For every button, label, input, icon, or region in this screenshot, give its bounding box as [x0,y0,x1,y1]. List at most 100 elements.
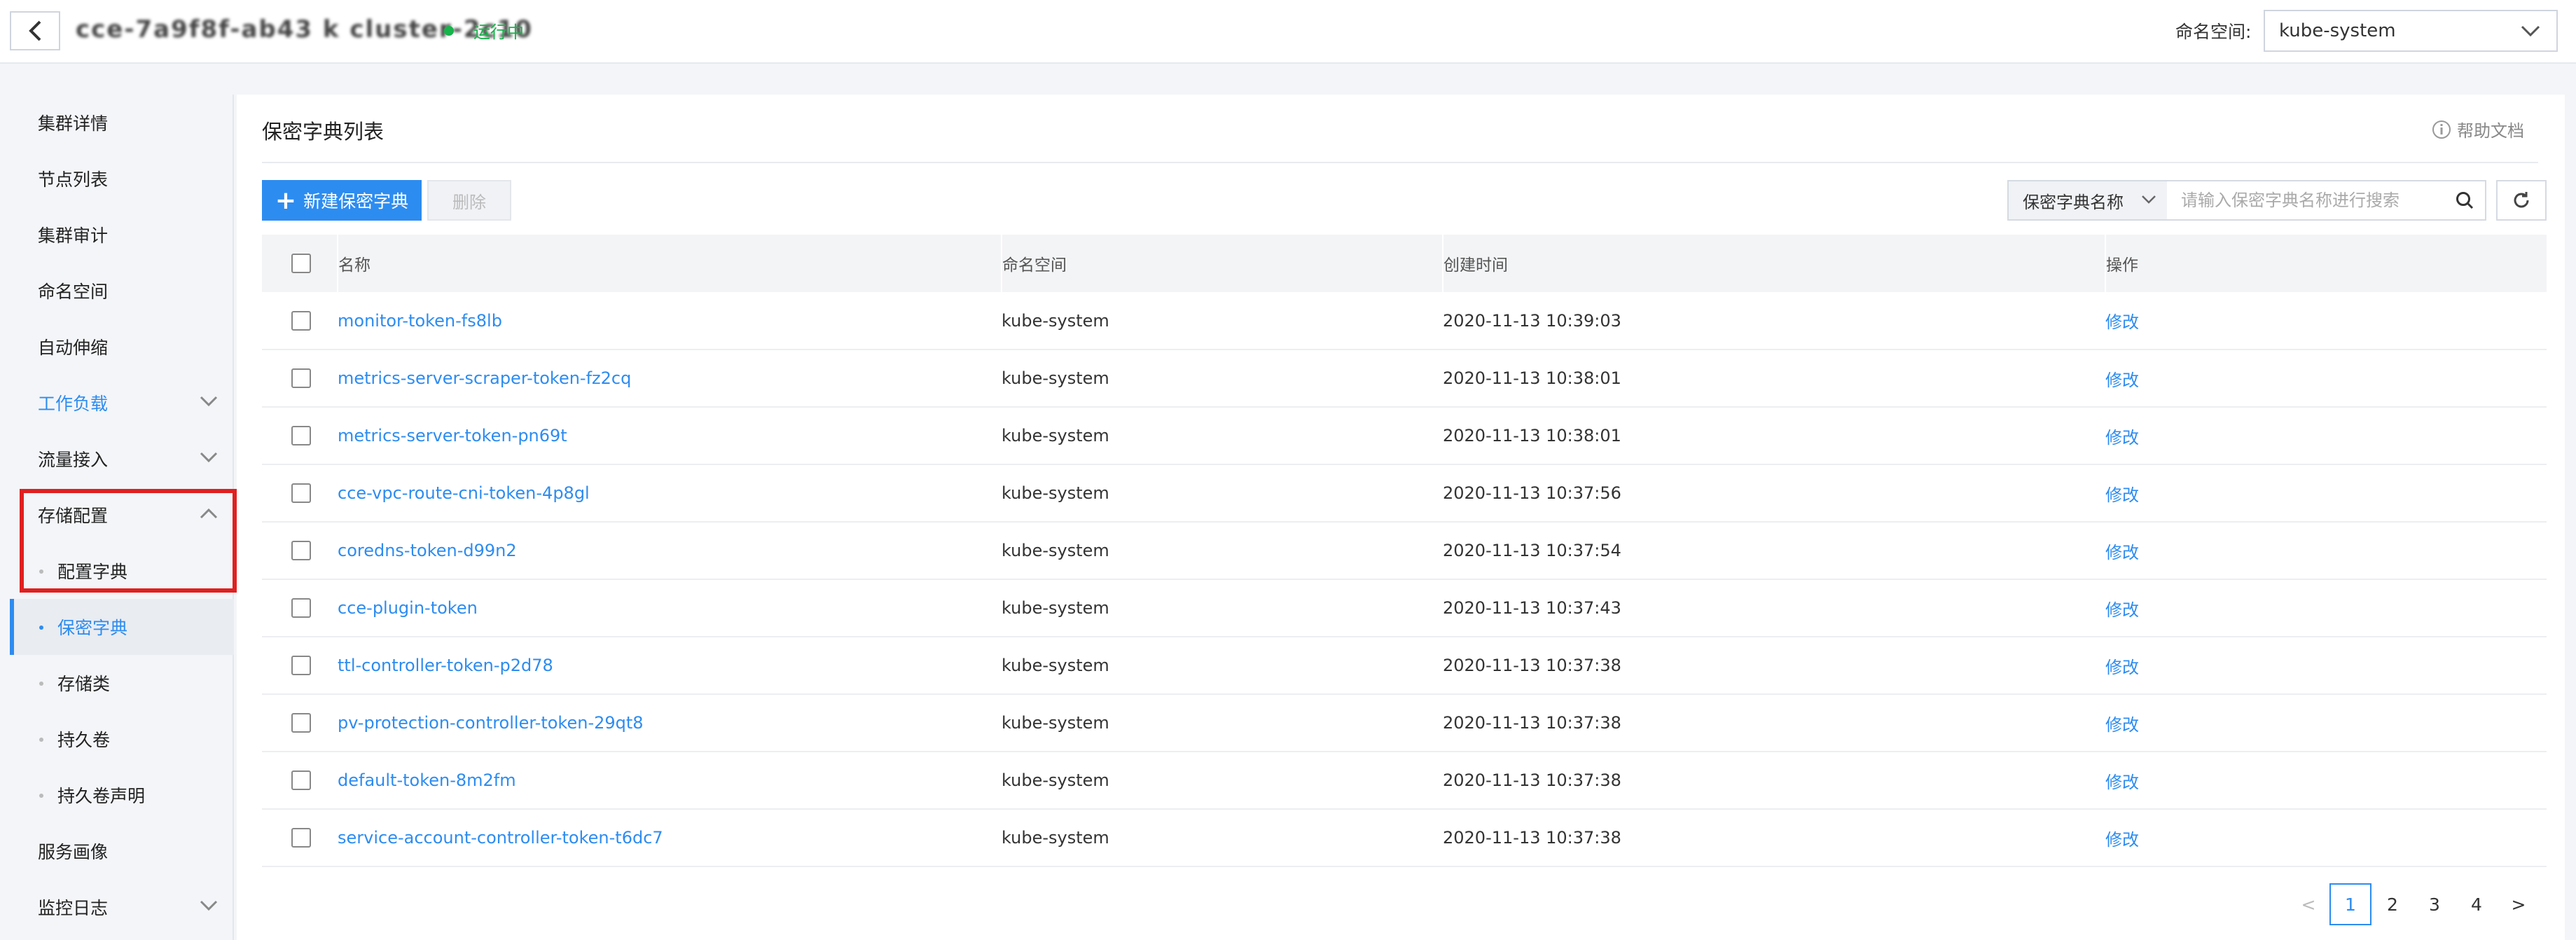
edit-link[interactable]: 修改 [2105,773,2139,792]
sidebar-item-monitor-logs[interactable]: 监控日志 [10,879,234,935]
sidebar-item-service-profile[interactable]: 服务画像 [10,823,234,879]
edit-link[interactable]: 修改 [2105,658,2139,677]
sidebar-item-persistent-volume[interactable]: 持久卷 [10,711,234,767]
sidebar-item-label: 命名空间 [38,282,109,302]
secret-name-link[interactable]: coredns-token-d99n2 [338,541,517,560]
page-button[interactable]: 3 [2414,883,2456,925]
divider [262,162,2538,163]
edit-link[interactable]: 修改 [2105,830,2139,850]
row-checkbox[interactable] [291,541,311,560]
sidebar-item-cluster-detail[interactable]: 集群详情 [10,95,234,151]
search-type-value: 保密字典名称 [2023,192,2124,212]
row-checkbox[interactable] [291,656,311,675]
back-button[interactable] [10,11,60,50]
sidebar-item-label: 持久卷声明 [57,786,146,806]
table-row: metrics-server-scraper-token-fz2cq kube-s… [262,350,2547,407]
secret-table: 名称 命名空间 创建时间 操作 monitor-token-fs8lb kube-… [262,235,2547,867]
row-checkbox[interactable] [291,770,311,790]
secret-name-link[interactable]: service-account-controller-token-t6dc7 [338,828,663,848]
refresh-icon [2514,192,2529,208]
action-cell: 修改 [2105,350,2547,407]
secret-name-link[interactable]: cce-vpc-route-cni-token-4p8gl [338,483,590,503]
edit-link[interactable]: 修改 [2105,485,2139,505]
row-checkbox[interactable] [291,310,311,331]
prev-page-button[interactable]: < [2287,883,2329,925]
namespace-cell: kube-system [1002,770,1109,790]
secret-name-link[interactable]: ttl-controller-token-p2d78 [338,656,553,675]
sidebar-item-pvc[interactable]: 持久卷声明 [10,767,234,823]
sidebar-item-cluster-audit[interactable]: 集群审计 [10,207,234,263]
action-cell: 修改 [2105,809,2547,866]
created-time-cell: 2020-11-13 10:38:01 [1443,368,1621,388]
next-page-button[interactable]: > [2498,883,2540,925]
row-checkbox-cell [262,752,338,809]
sidebar-item-label: 存储类 [57,674,111,694]
sidebar-item-label: 自动伸缩 [38,338,109,358]
edit-link[interactable]: 修改 [2105,600,2139,620]
sidebar-item-workloads[interactable]: 工作负载 [10,375,234,431]
row-checkbox[interactable] [291,426,311,445]
table-row: service-account-controller-token-t6dc7 ku… [262,809,2547,866]
create-secret-button[interactable]: + 新建保密字典 [262,180,422,221]
sidebar-item-autoscaling[interactable]: 自动伸缩 [10,319,234,375]
chevron-left-icon [29,20,41,41]
secret-name-link[interactable]: cce-plugin-token [338,598,478,618]
cluster-status: 运行中 [444,18,524,43]
row-checkbox[interactable] [291,368,311,388]
sidebar-item-node-list[interactable]: 节点列表 [10,151,234,207]
page-button[interactable]: 2 [2371,883,2414,925]
sidebar-item-secret[interactable]: 保密字典 [10,599,234,655]
edit-link[interactable]: 修改 [2105,543,2139,562]
status-dot-icon [444,25,454,36]
sidebar-item-storage-config[interactable]: 存储配置 [10,487,234,543]
edit-link[interactable]: 修改 [2105,312,2139,332]
secret-name-link[interactable]: pv-protection-controller-token-29qt8 [338,713,644,733]
help-doc-link[interactable]: 帮助文档 [2432,117,2524,141]
row-checkbox[interactable] [291,483,311,503]
search-input[interactable] [2167,181,2444,219]
table-row: default-token-8m2fm kube-system 2020-11-13… [262,752,2547,809]
status-text: 运行中 [473,22,524,42]
secret-name-link[interactable]: metrics-server-token-pn69t [338,426,567,445]
sidebar-item-label: 监控日志 [38,898,109,918]
created-time-cell: 2020-11-13 10:37:38 [1443,828,1621,848]
chevron-down-icon [200,900,218,911]
action-cell: 修改 [2105,637,2547,694]
sidebar-item-traffic-ingress[interactable]: 流量接入 [10,431,234,487]
table-body: monitor-token-fs8lb kube-system 2020-11-13… [262,292,2547,866]
help-doc-label: 帮助文档 [2457,121,2524,141]
secret-name-link[interactable]: monitor-token-fs8lb [338,311,502,331]
sidebar-item-label: 服务画像 [38,842,109,862]
create-secret-label: 新建保密字典 [303,191,409,212]
name-cell: default-token-8m2fm [338,752,1002,809]
search-button[interactable] [2444,181,2485,219]
select-all-checkbox[interactable] [291,254,311,273]
secret-name-link[interactable]: default-token-8m2fm [338,770,516,790]
edit-link[interactable]: 修改 [2105,428,2139,448]
row-checkbox[interactable] [291,828,311,848]
sidebar-item-namespace[interactable]: 命名空间 [10,263,234,319]
page-button[interactable]: 1 [2329,883,2371,925]
created-time-cell: 2020-11-13 10:37:38 [1443,713,1621,733]
edit-link[interactable]: 修改 [2105,715,2139,735]
sidebar-item-configmap[interactable]: 配置字典 [10,543,234,599]
delete-button[interactable]: 删除 [427,180,511,221]
sidebar-item-label: 流量接入 [38,450,109,470]
namespace-cell: kube-system [1002,368,1109,388]
row-checkbox[interactable] [291,713,311,733]
action-cell: 修改 [2105,292,2547,350]
search-type-select[interactable]: 保密字典名称 [2009,181,2167,219]
created-time-cell: 2020-11-13 10:37:54 [1443,541,1621,560]
chevron-down-icon [2142,195,2156,204]
name-cell: metrics-server-scraper-token-fz2cq [338,350,1002,407]
name-cell: service-account-controller-token-t6dc7 [338,809,1002,866]
row-checkbox-cell [262,407,338,464]
row-checkbox[interactable] [291,598,311,618]
page-button[interactable]: 4 [2456,883,2498,925]
edit-link[interactable]: 修改 [2105,371,2139,390]
secret-name-link[interactable]: metrics-server-scraper-token-fz2cq [338,368,631,388]
sidebar-item-storage-class[interactable]: 存储类 [10,655,234,711]
refresh-button[interactable] [2496,180,2547,221]
row-checkbox-cell [262,522,338,579]
namespace-select[interactable]: kube-system [2264,10,2558,52]
